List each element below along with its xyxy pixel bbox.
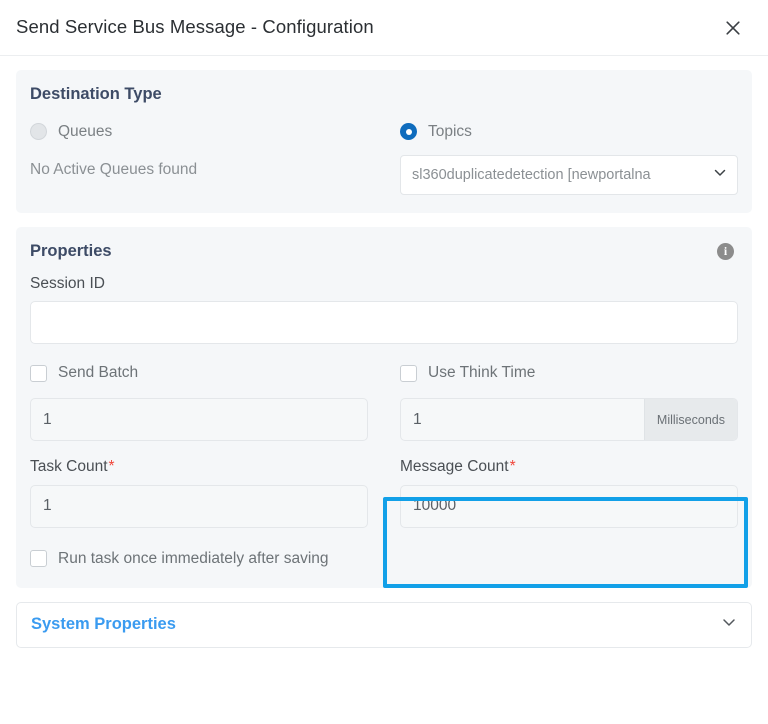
message-count-label: Message Count* [400, 459, 738, 475]
destination-type-row: Queues No Active Queues found Topics sl3… [30, 119, 738, 195]
message-count-required-asterisk: * [510, 458, 516, 475]
send-batch-label: Send Batch [58, 364, 138, 382]
radio-topics[interactable]: Topics [400, 119, 738, 145]
send-batch-checkbox[interactable] [30, 365, 47, 382]
think-time-input-group: 1 Milliseconds [400, 398, 738, 441]
queues-column: Queues No Active Queues found [30, 119, 368, 195]
radio-topics-indicator [400, 123, 417, 140]
use-think-time-label: Use Think Time [428, 364, 535, 382]
system-properties-section[interactable]: System Properties [16, 602, 752, 648]
radio-queues-label: Queues [58, 123, 112, 141]
topics-column: Topics sl360duplicatedetection [newporta… [400, 119, 738, 195]
send-batch-column: Send Batch 1 [30, 362, 368, 441]
task-count-input[interactable]: 1 [30, 485, 368, 528]
session-id-label: Session ID [30, 276, 738, 292]
chevron-down-icon [721, 614, 737, 635]
run-once-label: Run task once immediately after saving [58, 550, 329, 568]
close-icon [725, 20, 741, 36]
radio-queues[interactable]: Queues [30, 119, 368, 145]
topic-select-wrapper: sl360duplicatedetection [newportalna [400, 155, 738, 195]
dialog-body: Destination Type Queues No Active Queues… [0, 56, 768, 648]
use-think-time-checkbox[interactable] [400, 365, 417, 382]
batch-thinktime-row: Send Batch 1 Use Think Time 1 Millisecon… [30, 362, 738, 441]
destination-type-heading: Destination Type [30, 86, 738, 103]
think-time-unit-addon: Milliseconds [644, 399, 737, 440]
counts-row: Task Count* 1 Message Count* 10000 [30, 459, 738, 528]
session-id-input[interactable] [30, 301, 738, 344]
properties-panel: Properties i Session ID Send Batch 1 Use… [16, 227, 752, 588]
run-once-checkbox-row[interactable]: Run task once immediately after saving [30, 548, 738, 570]
think-time-input[interactable]: 1 [401, 399, 644, 440]
topic-select[interactable]: sl360duplicatedetection [newportalna [400, 155, 738, 195]
message-count-column: Message Count* 10000 [400, 459, 738, 528]
radio-queues-indicator [30, 123, 47, 140]
no-active-queues-note: No Active Queues found [30, 162, 368, 178]
message-count-label-text: Message Count [400, 458, 509, 475]
send-batch-checkbox-row[interactable]: Send Batch [30, 362, 368, 384]
task-count-label-text: Task Count [30, 458, 108, 475]
use-think-time-column: Use Think Time 1 Milliseconds [400, 362, 738, 441]
message-count-input[interactable]: 10000 [400, 485, 738, 528]
close-button[interactable] [720, 15, 746, 41]
info-icon[interactable]: i [717, 243, 734, 260]
send-batch-input[interactable]: 1 [30, 398, 368, 441]
run-once-checkbox[interactable] [30, 550, 47, 567]
radio-topics-label: Topics [428, 123, 472, 141]
properties-heading: Properties [30, 243, 112, 260]
task-count-required-asterisk: * [109, 458, 115, 475]
task-count-label: Task Count* [30, 459, 368, 475]
dialog-title: Send Service Bus Message - Configuration [16, 18, 374, 37]
dialog-titlebar: Send Service Bus Message - Configuration [0, 0, 768, 56]
task-count-column: Task Count* 1 [30, 459, 368, 528]
properties-header: Properties i [30, 243, 738, 260]
destination-type-panel: Destination Type Queues No Active Queues… [16, 70, 752, 213]
topic-select-value: sl360duplicatedetection [newportalna [412, 167, 705, 183]
system-properties-heading: System Properties [31, 616, 176, 633]
use-think-time-checkbox-row[interactable]: Use Think Time [400, 362, 738, 384]
